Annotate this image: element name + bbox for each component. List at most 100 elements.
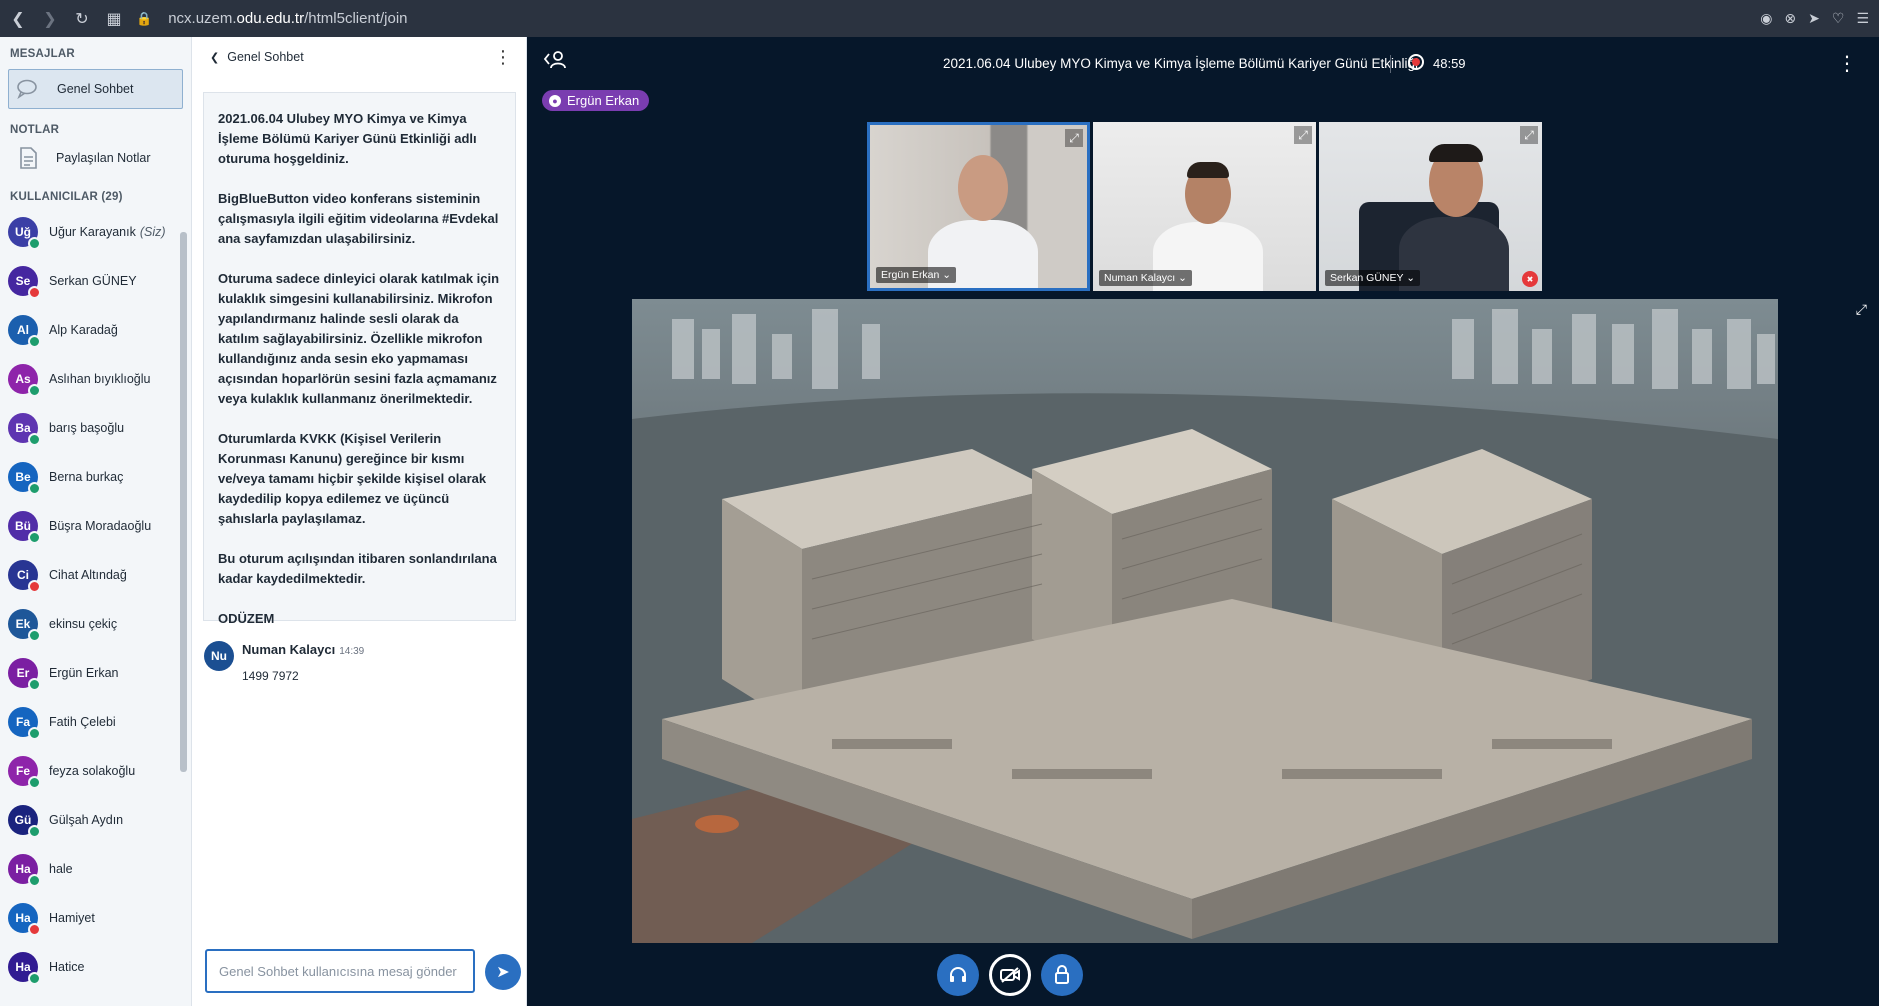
- user-list-scrollbar[interactable]: [180, 232, 187, 772]
- options-menu-button[interactable]: ⋮: [1837, 51, 1857, 76]
- shared-notes-label: Paylaşılan Notlar: [56, 151, 151, 165]
- microphone-icon: [28, 971, 41, 985]
- muted-microphone-icon: [28, 579, 41, 593]
- user-list-item[interactable]: As Aslıhan bıyıklıoğlu: [0, 354, 191, 403]
- presentation-fullscreen-icon[interactable]: ⤢: [1856, 301, 1867, 318]
- user-list-item[interactable]: Se Serkan GÜNEY: [0, 256, 191, 305]
- microphone-icon: [28, 677, 41, 691]
- microphone-icon: [28, 236, 41, 250]
- microphone-icon: [28, 824, 41, 838]
- avatar: Ha: [8, 853, 41, 887]
- fullscreen-icon[interactable]: ⤢: [1294, 126, 1312, 144]
- microphone-icon: [28, 432, 41, 446]
- main-area: 2021.06.04 Ulubey MYO Kimya ve Kimya İşl…: [527, 37, 1879, 1006]
- audio-button[interactable]: [937, 954, 979, 996]
- url-domain: odu.edu.tr: [236, 10, 305, 27]
- user-name: hale: [49, 862, 73, 876]
- user-name: Fatih Çelebi: [49, 715, 116, 729]
- user-name-text: feyza solakoğlu: [49, 763, 136, 778]
- user-name-text: Hatice: [49, 959, 85, 974]
- user-name: Gülşah Aydın: [49, 813, 123, 827]
- video-tile[interactable]: ⤢ Numan Kalaycı ⌄: [1093, 122, 1316, 291]
- tabs-grid-icon[interactable]: ▦: [100, 5, 128, 33]
- video-user-name[interactable]: Ergün Erkan ⌄: [876, 267, 957, 283]
- public-chat-item[interactable]: Genel Sohbet: [8, 69, 183, 109]
- send-button[interactable]: ➤: [485, 954, 521, 990]
- user-name-text: ekinsu çekiç: [49, 616, 118, 631]
- divider: [1390, 55, 1391, 73]
- user-name-text: Gülşah Aydın: [49, 812, 124, 827]
- user-list-panel: MESAJLAR Genel Sohbet NOTLAR Paylaşılan …: [0, 37, 192, 1006]
- menu-icon[interactable]: ☰: [1856, 10, 1869, 27]
- avatar: Ba: [8, 412, 41, 446]
- address-bar[interactable]: 🔒 ncx.uzem. odu.edu.tr/html5client/join: [136, 10, 408, 27]
- chevron-left-icon[interactable]: ❮: [210, 51, 219, 64]
- fullscreen-icon[interactable]: ⤢: [1520, 126, 1538, 144]
- send-icon[interactable]: ➤: [1808, 10, 1820, 27]
- user-name-text: Serkan GÜNEY: [49, 273, 137, 288]
- user-list-item[interactable]: Ba barış başoğlu: [0, 403, 191, 452]
- presentation-slide[interactable]: [632, 299, 1778, 943]
- user-list-item[interactable]: Ha hale: [0, 844, 191, 893]
- avatar: Se: [8, 265, 41, 299]
- user-list-item[interactable]: Ha Hatice: [0, 942, 191, 991]
- user-list-item[interactable]: Uğ Uğur Karayanık (Siz): [0, 207, 191, 256]
- user-list-item[interactable]: Ha Hamiyet: [0, 893, 191, 942]
- user-name: ekinsu çekiç: [49, 617, 117, 631]
- video-button[interactable]: [989, 954, 1031, 996]
- video-user-name[interactable]: Numan Kalaycı ⌄: [1099, 270, 1192, 286]
- user-list-item[interactable]: Gü Gülşah Aydın: [0, 795, 191, 844]
- user-name: feyza solakoğlu: [49, 764, 135, 778]
- user-list-item[interactable]: Ci Cihat Altındağ: [0, 550, 191, 599]
- lock-icon: [1055, 965, 1069, 984]
- microphone-icon: [28, 628, 41, 642]
- url-prefix: ncx.uzem.: [168, 10, 237, 27]
- lock-settings-button[interactable]: [1041, 954, 1083, 996]
- video-user-name[interactable]: Serkan GÜNEY ⌄: [1325, 270, 1421, 286]
- chat-header[interactable]: ❮ Genel Sohbet ⋮: [192, 37, 526, 77]
- user-list-item[interactable]: Al Alp Karadağ: [0, 305, 191, 354]
- user-name-text: Alp Karadağ: [49, 322, 118, 337]
- microphone-icon: [28, 726, 41, 740]
- heart-icon[interactable]: ♡: [1832, 10, 1845, 27]
- user-list-item[interactable]: Fa Fatih Çelebi: [0, 697, 191, 746]
- user-name: Uğur Karayanık (Siz): [49, 225, 166, 239]
- welcome-message: 2021.06.04 Ulubey MYO Kimya ve Kimya İşl…: [203, 92, 516, 626]
- user-name-text: hale: [49, 861, 73, 876]
- more-vertical-icon[interactable]: ⋮: [494, 47, 512, 68]
- avatar: Be: [8, 461, 41, 495]
- chat-message-input[interactable]: [205, 949, 475, 993]
- video-tile[interactable]: ⤢ Serkan GÜNEY ⌄ ✖: [1319, 122, 1542, 291]
- user-list-item[interactable]: Fe feyza solakoğlu: [0, 746, 191, 795]
- fullscreen-icon[interactable]: ⤢: [1065, 129, 1083, 147]
- user-list-item[interactable]: Ek ekinsu çekiç: [0, 599, 191, 648]
- users-section-title: KULLANICILAR (29): [10, 191, 123, 203]
- chat-panel: ❮ Genel Sohbet ⋮ 2021.06.04 Ulubey MYO K…: [192, 37, 527, 1006]
- recording-time: 48:59: [1433, 56, 1466, 71]
- shared-notes-item[interactable]: Paylaşılan Notlar: [8, 139, 183, 177]
- camera-icon[interactable]: ◉: [1760, 10, 1772, 27]
- video-tile[interactable]: ⤢ Ergün Erkan ⌄: [867, 122, 1090, 291]
- reload-icon[interactable]: ↻: [68, 5, 96, 33]
- user-name-text: Cihat Altındağ: [49, 567, 127, 582]
- url-path: /html5client/join: [304, 10, 408, 27]
- recording-indicator-icon[interactable]: [1408, 54, 1424, 70]
- user-list-item[interactable]: Er Ergün Erkan: [0, 648, 191, 697]
- welcome-paragraph: Oturumlarda KVKK (Kişisel Verilerin Koru…: [218, 431, 487, 526]
- microphone-icon: [28, 334, 41, 348]
- talking-indicator[interactable]: ● Ergün Erkan: [542, 90, 650, 111]
- user-name-text: Berna burkaç: [49, 469, 124, 484]
- user-list-item[interactable]: Bü Büşra Moradaoğlu: [0, 501, 191, 550]
- user-name-text: Büşra Moradaoğlu: [49, 518, 152, 533]
- forward-icon[interactable]: ❯: [36, 5, 64, 33]
- welcome-paragraph: 2021.06.04 Ulubey MYO Kimya ve Kimya İşl…: [218, 111, 477, 166]
- send-icon: ➤: [496, 964, 510, 981]
- welcome-paragraph: Oturuma sadece dinleyici olarak katılmak…: [218, 271, 500, 406]
- chat-message: Nu Numan Kalaycı 14:39 1499 7972: [204, 641, 364, 683]
- user-list-item[interactable]: Be Berna burkaç: [0, 452, 191, 501]
- back-icon[interactable]: ❮: [4, 5, 32, 33]
- talking-user-name: Ergün Erkan: [567, 93, 640, 108]
- user-list-toggle[interactable]: [543, 49, 567, 74]
- muted-microphone-icon: [28, 922, 41, 936]
- shield-icon[interactable]: ⊗: [1784, 10, 1796, 27]
